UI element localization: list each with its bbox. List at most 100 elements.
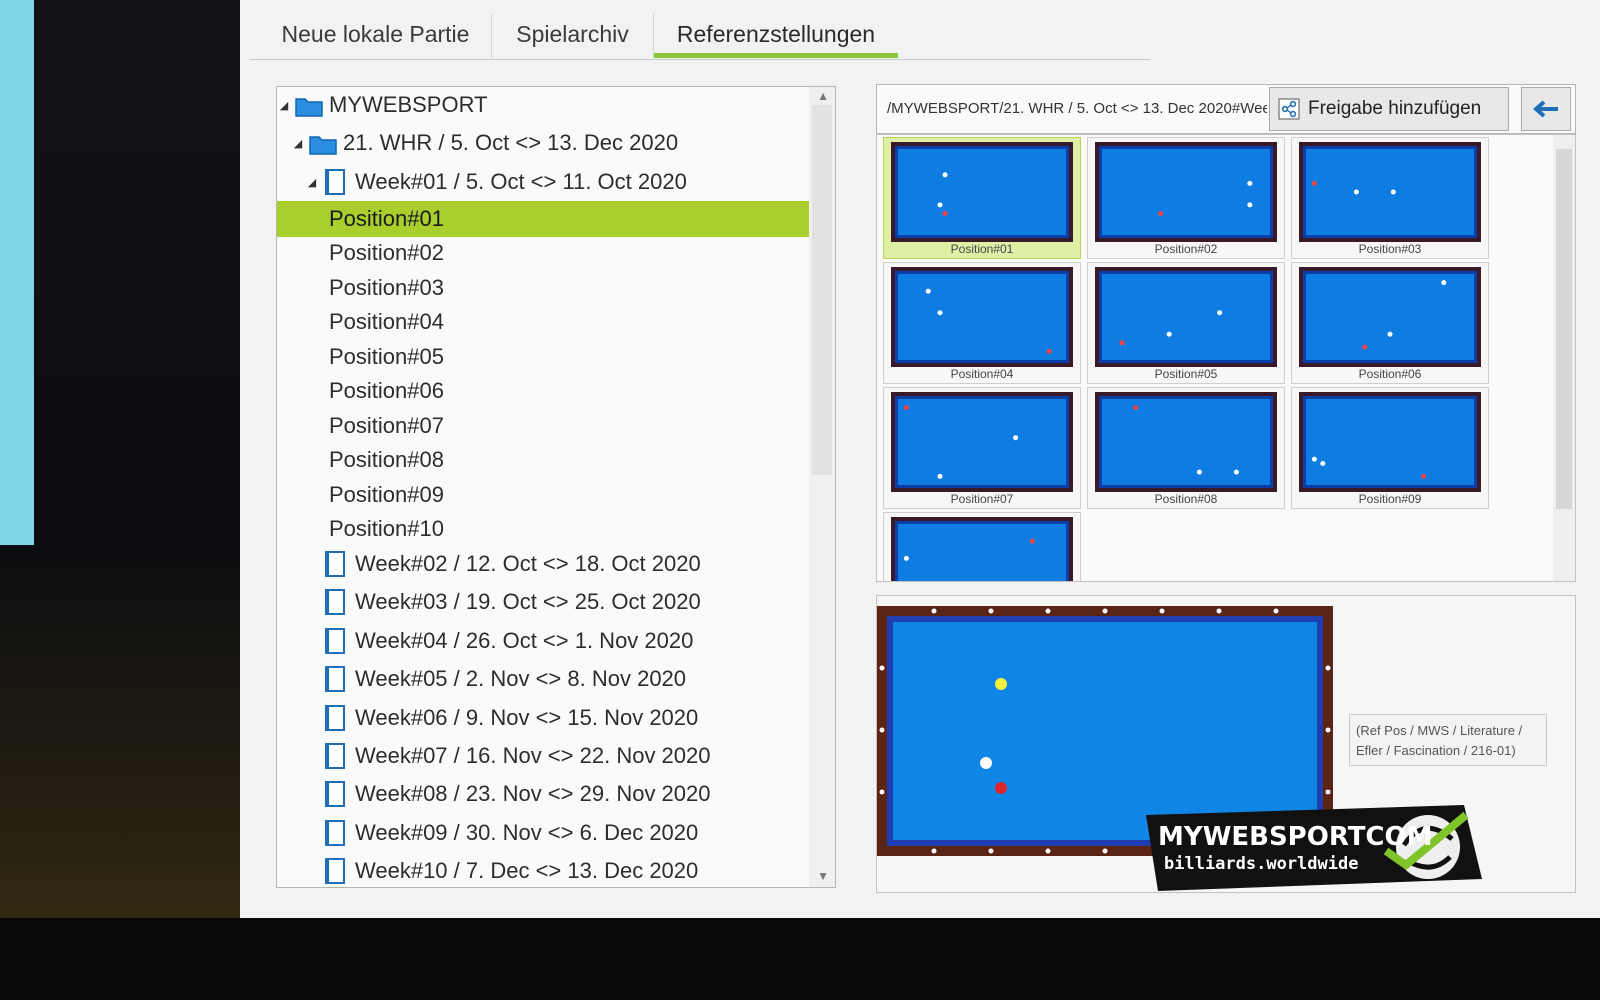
mini-ball (1390, 189, 1396, 195)
diamond-marker (879, 727, 885, 733)
tree-item-week[interactable]: Week#03 / 19. Oct <> 25. Oct 2020 (277, 584, 797, 620)
tree-item-position[interactable]: Position#04 (277, 304, 797, 340)
tree-item-position[interactable]: Position#05 (277, 339, 797, 375)
tree-item-position[interactable]: Position#07 (277, 408, 797, 444)
book-icon (325, 781, 345, 807)
tree-item-label: Week#02 / 12. Oct <> 18. Oct 2020 (355, 551, 701, 576)
diamond-marker (1045, 848, 1051, 854)
tree-item-position[interactable]: Position#01 (277, 201, 829, 237)
position-thumbnail[interactable]: Position#09 (1291, 387, 1489, 509)
current-path: /MYWEBSPORT/21. WHR / 5. Oct <> 13. Dec … (887, 100, 1267, 117)
mini-table (1095, 392, 1277, 492)
tree-item-position[interactable]: Position#10 (277, 511, 797, 547)
tree-item-position[interactable]: Position#08 (277, 442, 797, 478)
expand-arrow-icon[interactable]: ◢ (305, 176, 319, 189)
book-icon (325, 666, 345, 692)
position-thumbnail[interactable]: Position#03 (1291, 137, 1489, 259)
back-button[interactable] (1521, 87, 1571, 131)
tab-bar: Neue lokale Partie Spielarchiv Referenzs… (250, 0, 1150, 60)
tree-item-label: Position#05 (329, 344, 444, 369)
tree-item-week[interactable]: Week#07 / 16. Nov <> 22. Nov 2020 (277, 738, 797, 774)
mini-ball (1233, 469, 1239, 475)
tree-item-root[interactable]: ◢ MYWEBSPORT (277, 87, 797, 123)
diamond-marker (931, 848, 937, 854)
tab-game-archive[interactable]: Spielarchiv (492, 14, 654, 58)
tree-item-week[interactable]: Week#05 / 2. Nov <> 8. Nov 2020 (277, 661, 797, 697)
red-ball (995, 782, 1007, 794)
tree-item-position[interactable]: Position#09 (277, 477, 797, 513)
book-icon (325, 858, 345, 884)
tree-item-week01[interactable]: ◢ Week#01 / 5. Oct <> 11. Oct 2020 (277, 164, 797, 200)
thumbnail-label: Position#01 (950, 242, 1014, 256)
tree-scrollbar-thumb[interactable] (812, 105, 832, 475)
tree-item-season[interactable]: ◢ 21. WHR / 5. Oct <> 13. Dec 2020 (277, 125, 797, 161)
reference-note: (Ref Pos / MWS / Literature / Efler / Fa… (1349, 714, 1547, 766)
tree-item-week[interactable]: Week#02 / 12. Oct <> 18. Oct 2020 (277, 546, 797, 582)
diamond-marker (931, 608, 937, 614)
diamond-marker (1216, 608, 1222, 614)
position-thumbnail[interactable]: Position#05 (1087, 262, 1285, 384)
tab-new-local-game[interactable]: Neue lokale Partie (260, 14, 492, 58)
tree-item-label: Week#06 / 9. Nov <> 15. Nov 2020 (355, 705, 699, 730)
mini-table (1095, 142, 1277, 242)
position-thumbnail[interactable]: Position#06 (1291, 262, 1489, 384)
tree-item-week[interactable]: Week#08 / 23. Nov <> 29. Nov 2020 (277, 776, 797, 812)
position-tree[interactable]: ◢ MYWEBSPORT ◢ 21. WHR / 5. Oct <> 13. D… (276, 86, 836, 888)
monitor-bezel-left (0, 0, 240, 1000)
tree-item-label: Position#08 (329, 447, 444, 472)
tree-item-week[interactable]: Week#06 / 9. Nov <> 15. Nov 2020 (277, 700, 797, 736)
mini-ball (1320, 461, 1326, 466)
thumbnail-label: Position#09 (1358, 492, 1422, 506)
grid-scrollbar-thumb[interactable] (1556, 149, 1572, 509)
thumbnail-grid[interactable]: Position#01 Position#02 Position#03 Positio… (876, 134, 1576, 582)
tree-item-label: Position#01 (329, 206, 444, 231)
tree-item-label: Week#09 / 30. Nov <> 6. Dec 2020 (355, 820, 699, 845)
expand-arrow-icon[interactable]: ◢ (291, 137, 305, 150)
grid-scrollbar[interactable] (1553, 135, 1575, 581)
mini-table (1299, 267, 1481, 367)
tree-item-label: Week#07 / 16. Nov <> 22. Nov 2020 (355, 743, 711, 768)
diamond-marker (1325, 727, 1331, 733)
mini-table (1299, 142, 1481, 242)
diamond-marker (1325, 665, 1331, 671)
tree-item-label: Week#05 / 2. Nov <> 8. Nov 2020 (355, 666, 687, 691)
position-thumbnail[interactable]: Position#08 (1087, 387, 1285, 509)
tree-item-position[interactable]: Position#03 (277, 270, 797, 306)
tree-item-week[interactable]: Week#09 / 30. Nov <> 6. Dec 2020 (277, 815, 797, 851)
tree-item-label: Week#10 / 7. Dec <> 13. Dec 2020 (355, 858, 699, 883)
book-icon (325, 628, 345, 654)
tree-item-week[interactable]: Week#04 / 26. Oct <> 1. Nov 2020 (277, 623, 797, 659)
tree-item-label: Position#07 (329, 413, 444, 438)
add-share-button[interactable]: Freigabe hinzufügen (1269, 87, 1509, 131)
mini-ball (937, 202, 943, 208)
position-thumbnail[interactable]: Position#04 (883, 262, 1081, 384)
mini-table (891, 267, 1073, 367)
mini-ball (1013, 435, 1019, 441)
tree-item-label: Position#09 (329, 482, 444, 507)
position-thumbnail[interactable]: Position#01 (883, 137, 1081, 259)
book-icon (325, 705, 345, 731)
tree-scrollbar[interactable]: ▲ ▼ (809, 87, 835, 887)
monitor-bezel-bottom (0, 918, 1600, 1000)
tree-item-position[interactable]: Position#02 (277, 235, 797, 271)
tree-item-position[interactable]: Position#06 (277, 373, 797, 409)
scroll-down-icon[interactable]: ▼ (817, 869, 829, 883)
tab-reference-positions[interactable]: Referenzstellungen (654, 14, 898, 58)
expand-arrow-icon[interactable]: ◢ (277, 99, 291, 112)
mini-table (891, 392, 1073, 492)
mini-ball (1311, 456, 1317, 462)
tree-item-label: Week#04 / 26. Oct <> 1. Nov 2020 (355, 628, 694, 653)
background-window-edge (0, 0, 34, 545)
book-icon (325, 743, 345, 769)
mini-ball (1166, 331, 1172, 337)
thumbnail-label: Position#02 (1154, 242, 1218, 256)
position-thumbnail[interactable]: Position#02 (1087, 137, 1285, 259)
position-thumbnail[interactable]: Position#07 (883, 387, 1081, 509)
position-thumbnail[interactable] (883, 512, 1081, 581)
mini-ball (937, 310, 943, 316)
tree-item-label: Position#10 (329, 516, 444, 541)
share-icon (1278, 98, 1300, 120)
scroll-up-icon[interactable]: ▲ (817, 89, 829, 103)
tree-item-week[interactable]: Week#10 / 7. Dec <> 13. Dec 2020 (277, 853, 797, 887)
mini-ball (903, 405, 909, 411)
